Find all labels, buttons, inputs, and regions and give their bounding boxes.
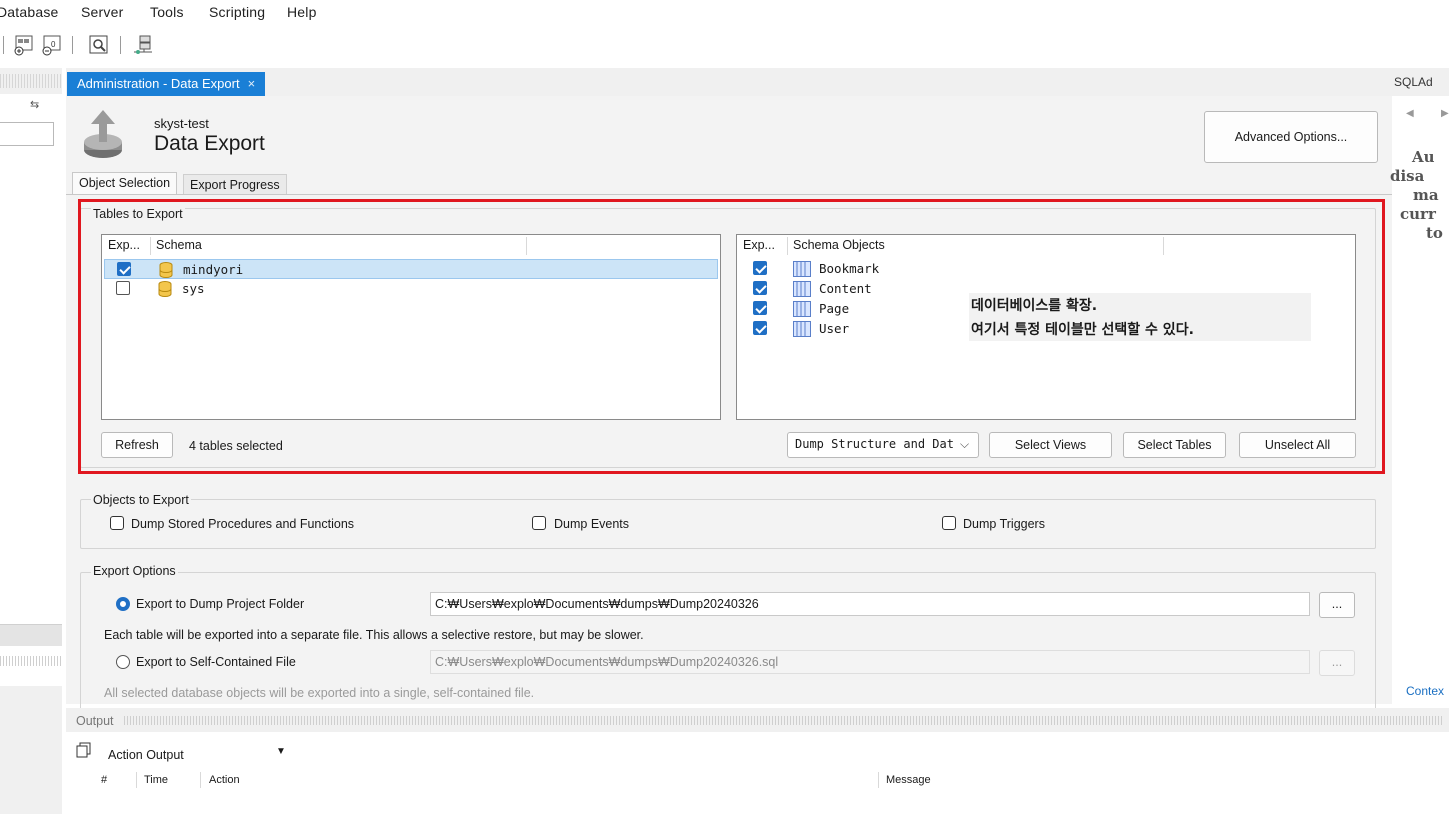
sql-additions-title: SQLAd	[1394, 75, 1433, 89]
search-table-data-icon[interactable]	[88, 34, 110, 56]
tab-divider	[66, 194, 1392, 195]
chevron-right-icon[interactable]: ▶	[1441, 108, 1449, 119]
navigator-filter-input[interactable]	[0, 122, 54, 146]
column-separator	[200, 772, 201, 788]
dump-triggers-label[interactable]: Dump Triggers	[963, 517, 1045, 531]
export-file-radio[interactable]	[116, 655, 130, 669]
column-number[interactable]: #	[101, 774, 107, 786]
dump-events-label[interactable]: Dump Events	[554, 517, 629, 531]
browse-file-button[interactable]: ...	[1319, 650, 1355, 676]
toolbar-separator	[120, 36, 121, 54]
navigator-header	[0, 74, 62, 88]
menu-tools[interactable]: Tools	[150, 4, 184, 20]
menu-server[interactable]: Server	[81, 4, 123, 20]
dump-triggers-checkbox[interactable]	[942, 516, 956, 530]
output-header: Output	[66, 708, 1449, 732]
toolbar-separator	[72, 36, 73, 54]
navigator-panel: ⇆	[0, 68, 62, 814]
column-time[interactable]: Time	[144, 774, 168, 786]
export-folder-path-input[interactable]: C:₩Users₩explo₩Documents₩dumps₩Dump20240…	[430, 592, 1310, 616]
navigator-info-header	[0, 656, 62, 666]
help-text-line: Au	[1412, 148, 1435, 166]
help-text-line: curr	[1400, 205, 1436, 223]
dump-events-checkbox[interactable]	[532, 516, 546, 530]
output-panel: Output Action Output ▼ # Time Action Mes…	[66, 708, 1449, 814]
menu-help[interactable]: Help	[287, 4, 317, 20]
export-folder-radio[interactable]	[116, 597, 130, 611]
column-separator	[136, 772, 137, 788]
dump-routines-checkbox[interactable]	[110, 516, 124, 530]
export-file-description: All selected database objects will be ex…	[104, 686, 535, 700]
advanced-options-button[interactable]: Advanced Options...	[1204, 111, 1378, 163]
help-text-line: ma	[1413, 186, 1439, 204]
navigator-body: ⇆	[0, 94, 62, 686]
connection-name: skyst-test	[154, 116, 209, 131]
menu-database[interactable]: Database	[0, 4, 59, 20]
dump-routines-label[interactable]: Dump Stored Procedures and Functions	[131, 517, 354, 531]
annotation-highlight-box	[78, 199, 1385, 474]
menu-scripting[interactable]: Scripting	[209, 4, 265, 20]
objects-to-export-label: Objects to Export	[91, 493, 191, 507]
export-folder-label[interactable]: Export to Dump Project Folder	[136, 597, 304, 611]
new-schema-icon[interactable]	[14, 34, 36, 56]
toolbar: 0	[0, 26, 1449, 64]
sql-additions-panel: SQLAd ◀ ▶ Au disa ma curr to Contex	[1390, 68, 1449, 708]
browse-folder-button[interactable]: ...	[1319, 592, 1355, 618]
help-text-line: disa	[1390, 167, 1425, 185]
schema-inspector-icon[interactable]: 0	[42, 34, 64, 56]
close-icon[interactable]: ×	[248, 76, 256, 91]
tab-title: Administration - Data Export	[77, 76, 240, 91]
sql-additions-header: SQLAd	[1392, 68, 1449, 96]
export-file-path-input[interactable]: C:₩Users₩explo₩Documents₩dumps₩Dump20240…	[430, 650, 1310, 674]
reconnect-icon[interactable]	[132, 34, 154, 56]
navigator-tabs-strip	[0, 624, 62, 646]
tab-object-selection[interactable]: Object Selection	[72, 172, 178, 194]
column-action[interactable]: Action	[209, 774, 240, 786]
column-message[interactable]: Message	[886, 774, 931, 786]
context-help-tab[interactable]: Contex	[1406, 684, 1444, 698]
chevron-left-icon[interactable]: ◀	[1406, 108, 1414, 119]
copy-icon[interactable]	[76, 742, 92, 761]
editor-tab-strip: Administration - Data Export ×	[66, 68, 1392, 96]
menu-bar: Database Server Tools Scripting Help	[0, 0, 1449, 26]
refresh-navigator-icon[interactable]: ⇆	[30, 98, 39, 111]
tab-data-export[interactable]: Administration - Data Export ×	[67, 72, 266, 96]
page-title: Data Export	[154, 132, 265, 155]
column-separator	[878, 772, 879, 788]
toolbar-separator	[3, 36, 4, 54]
output-selector-value[interactable]: Action Output	[108, 748, 184, 762]
output-label: Output	[76, 714, 114, 728]
svg-text:0: 0	[51, 40, 56, 49]
chevron-down-icon[interactable]: ▼	[276, 746, 286, 757]
output-table-header: # Time Action Message	[92, 770, 1449, 790]
export-upload-icon	[82, 108, 126, 160]
output-header-grip	[124, 716, 1444, 725]
export-folder-description: Each table will be exported into a separ…	[104, 628, 644, 642]
tab-export-progress[interactable]: Export Progress	[183, 174, 287, 194]
export-file-label[interactable]: Export to Self-Contained File	[136, 655, 296, 669]
help-text-line: to	[1426, 224, 1443, 242]
export-options-label: Export Options	[91, 564, 178, 578]
